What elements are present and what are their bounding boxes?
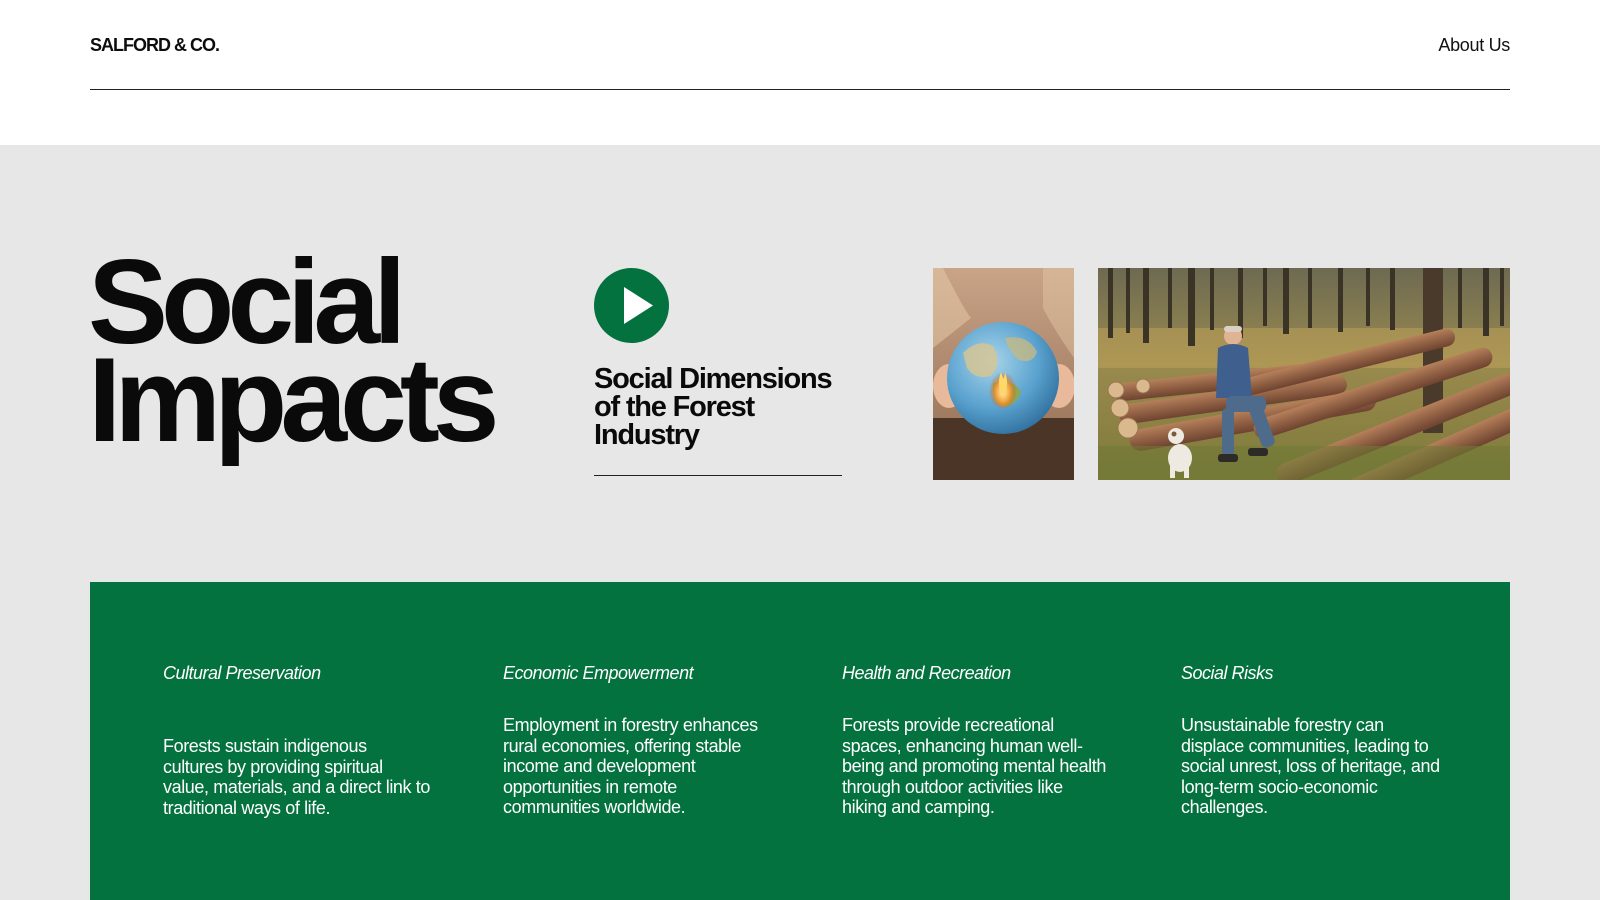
page-title-line-2: Impacts bbox=[88, 333, 500, 467]
topic-heading: Economic Empowerment bbox=[503, 663, 694, 683]
brand-logo[interactable]: SALFORD & CO. bbox=[90, 35, 220, 56]
topic-heading: Cultural Preservation bbox=[163, 663, 321, 683]
nav-about-us-link[interactable]: About Us bbox=[1438, 35, 1510, 56]
topic-text: Forests sustain indigenous cultures by p… bbox=[163, 736, 430, 818]
topic-cultural-preservation: Cultural Preservation Forests sustain in… bbox=[163, 662, 431, 818]
topic-heading: Health and Recreation bbox=[842, 663, 1011, 683]
play-video-button[interactable] bbox=[594, 268, 669, 343]
topic-economic-empowerment: Economic Empowerment Employment in fores… bbox=[503, 662, 771, 818]
page-title: Social Impacts bbox=[88, 242, 500, 467]
topic-health-and-recreation: Health and Recreation Forests provide re… bbox=[842, 662, 1110, 818]
video-title: Social Dimensions of the Forest Industry bbox=[594, 363, 833, 451]
topics-panel: Cultural Preservation Forests sustain in… bbox=[90, 582, 1510, 900]
topic-heading: Social Risks bbox=[1181, 663, 1274, 683]
topic-text: Unsustainable forestry can displace comm… bbox=[1181, 715, 1440, 817]
forest-logs-photo bbox=[1098, 268, 1510, 480]
globe-photo bbox=[933, 268, 1074, 480]
play-icon bbox=[624, 287, 653, 324]
topic-text: Forests provide recreational spaces, enh… bbox=[842, 715, 1106, 817]
site-header: SALFORD & CO. About Us bbox=[90, 0, 1510, 90]
video-block: Social Dimensions of the Forest Industry bbox=[594, 268, 842, 476]
topic-social-risks: Social Risks Unsustainable forestry can … bbox=[1181, 662, 1449, 818]
hero-section: Social Impacts Social Dimensions of the … bbox=[0, 145, 1600, 900]
topic-text: Employment in forestry enhances rural ec… bbox=[503, 715, 758, 817]
